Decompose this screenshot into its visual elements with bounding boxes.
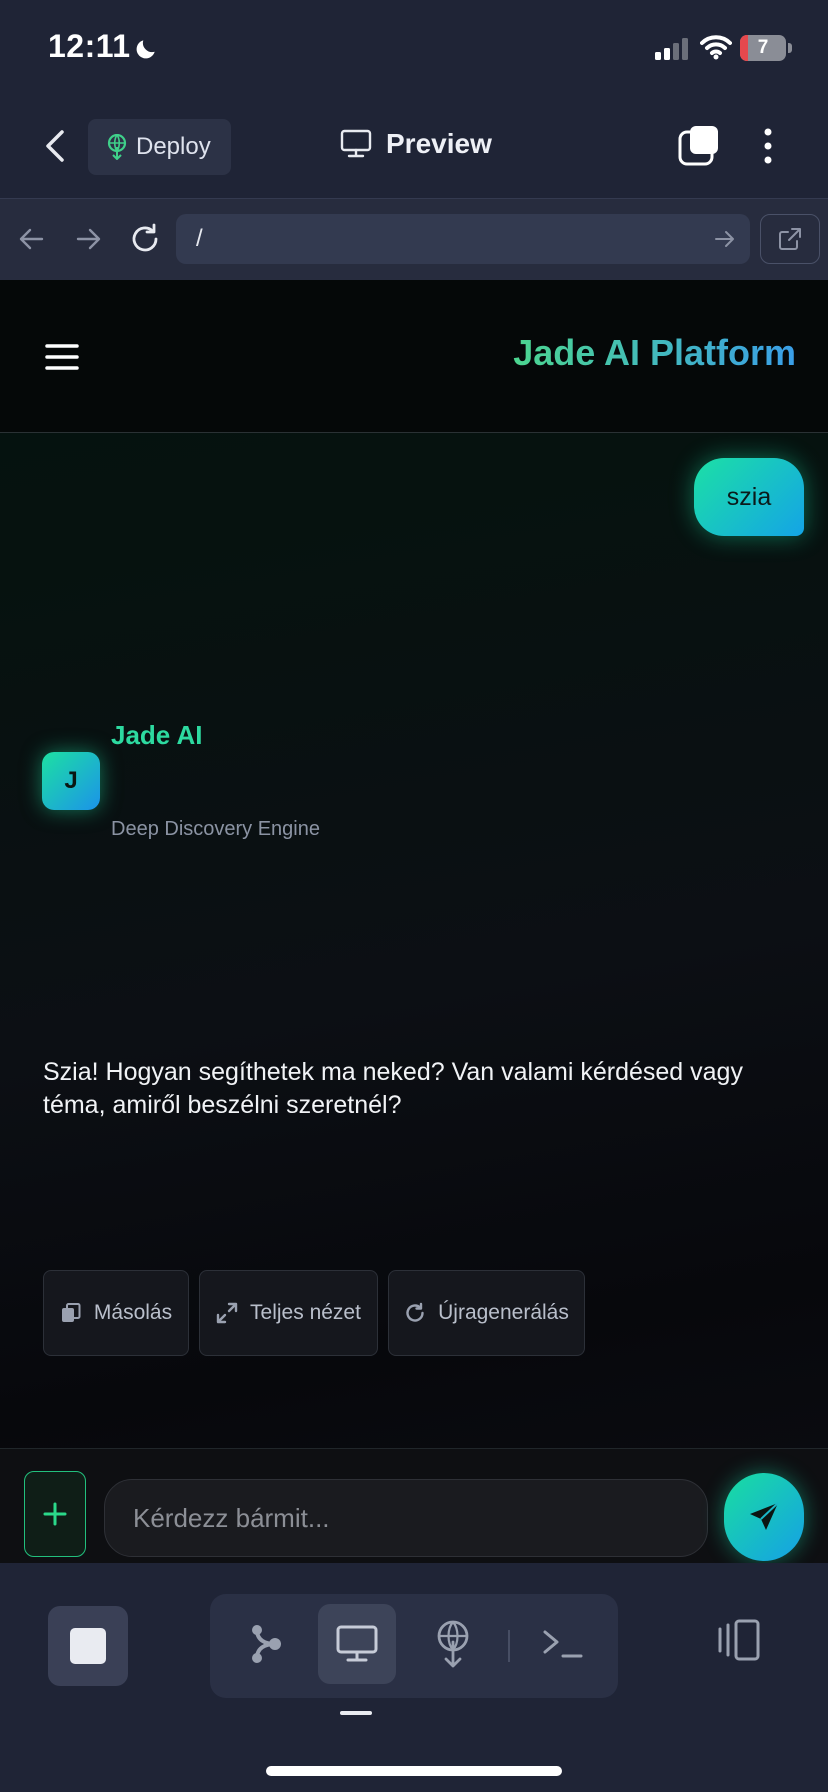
bottom-toolbar [0,1563,828,1792]
regenerate-button[interactable]: Újragenerálás [388,1270,585,1356]
deploy-label: Deploy [136,133,211,160]
deploy-icon [433,1620,473,1668]
monitor-icon [335,1624,379,1664]
app-preview: Jade AI Platform szia J Jade AI Deep Dis… [0,280,828,1563]
preview-label: Preview [386,128,492,159]
bot-name: Jade AI [111,720,203,750]
battery-indicator: 7 [740,35,786,61]
arrow-right-icon[interactable] [72,225,104,253]
deploy-icon [106,134,128,160]
chat-input[interactable]: Kérdezz bármit... [104,1479,708,1557]
flow-tool-button[interactable] [226,1604,304,1684]
reload-icon[interactable] [128,222,162,256]
regenerate-icon [404,1302,426,1324]
layout-icon[interactable] [710,1619,766,1661]
open-external-button[interactable] [760,214,820,264]
attach-button[interactable] [24,1471,86,1557]
send-icon [747,1500,781,1534]
back-icon[interactable] [36,124,76,168]
active-tool-indicator [340,1711,372,1715]
bot-avatar: J [42,752,100,810]
app-header: Jade AI Platform [0,280,828,433]
terminal-icon [541,1626,585,1662]
url-input[interactable]: / [176,214,750,264]
bot-subtitle: Deep Discovery Engine [111,818,320,840]
open-external-icon [777,226,803,252]
more-icon[interactable] [750,124,786,168]
flow-icon [245,1622,285,1666]
status-time: 12:11 [48,28,131,64]
expand-icon [216,1302,238,1324]
tabs-icon[interactable] [676,124,720,168]
deploy-button[interactable]: Deploy [88,119,231,175]
copy-label: Másolás [93,1301,173,1324]
tool-switcher [210,1594,618,1698]
wifi-icon [700,34,732,60]
copy-button[interactable]: Másolás [43,1270,189,1356]
bot-message: Szia! Hogyan segíthetek ma neked? Van va… [43,1058,743,1119]
fullscreen-label: Teljes nézet [250,1301,361,1324]
home-indicator [266,1766,562,1776]
toolbar-divider [508,1630,510,1662]
moon-icon [133,36,159,62]
plus-icon [42,1501,68,1527]
fullscreen-button[interactable]: Teljes nézet [199,1270,378,1356]
app-title: Jade AI Platform [513,332,796,373]
send-button[interactable] [724,1473,804,1561]
chat-input-area: Kérdezz bármit... [0,1448,828,1563]
hamburger-icon[interactable] [44,342,80,372]
go-arrow-icon[interactable] [712,228,738,250]
stop-icon [70,1628,106,1664]
monitor-icon [340,129,372,159]
arrow-left-icon[interactable] [16,225,48,253]
regenerate-label: Újragenerálás [438,1301,569,1324]
battery-level: 7 [757,37,769,58]
shell-tool-button[interactable] [524,1604,602,1684]
user-message-bubble: szia [694,458,804,536]
preview-tool-button[interactable] [318,1604,396,1684]
stop-button[interactable] [48,1606,128,1686]
preview-title: Preview [340,128,492,160]
copy-icon [60,1302,82,1324]
signal-icon [655,38,689,60]
deploy-tool-button[interactable] [414,1604,492,1684]
